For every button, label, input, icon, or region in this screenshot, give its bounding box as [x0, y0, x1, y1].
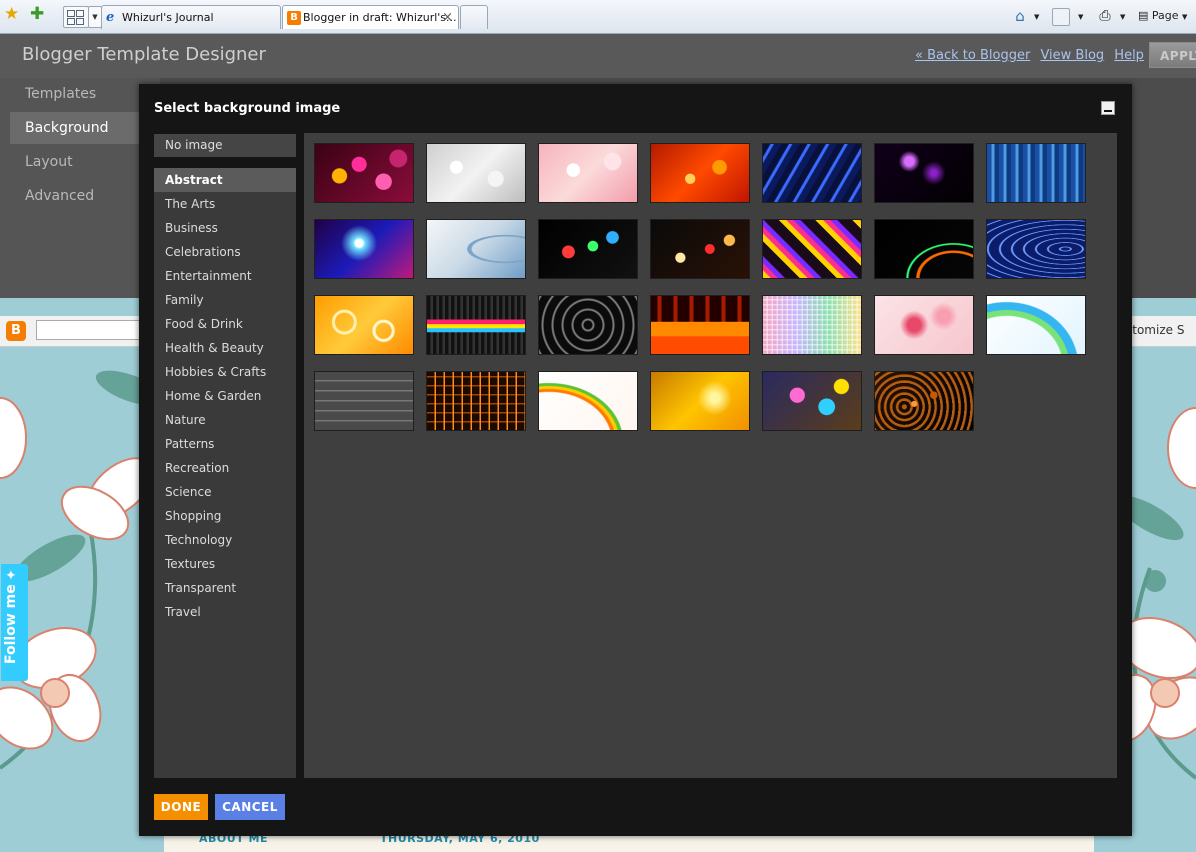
page-menu[interactable]: ▤ Page ▼ [1138, 6, 1196, 26]
category-science[interactable]: Science [154, 480, 296, 504]
browser-tab-journal[interactable]: e Whizurl's Journal [101, 5, 281, 29]
category-recreation[interactable]: Recreation [154, 456, 296, 480]
view-blog-link[interactable]: View Blog [1040, 48, 1104, 63]
tab-label: Blogger in draft: Whizurl's... [303, 11, 457, 24]
home-icon[interactable]: ⌂ [1011, 6, 1029, 26]
page-menu-label: Page [1151, 9, 1179, 22]
no-image-option[interactable]: No image [154, 134, 296, 157]
blogger-logo-icon[interactable]: B [6, 321, 26, 341]
print-dropdown-icon[interactable]: ▼ [1120, 6, 1125, 26]
background-thumbnail-blue-lines[interactable] [986, 143, 1086, 203]
nav-layout[interactable]: Layout [10, 146, 140, 178]
background-thumbnail-blue-waves[interactable] [986, 219, 1086, 279]
feeds-dropdown-icon: ▼ [1078, 13, 1084, 21]
category-food-drink[interactable]: Food & Drink [154, 312, 296, 336]
category-family[interactable]: Family [154, 288, 296, 312]
category-celebrations[interactable]: Celebrations [154, 240, 296, 264]
background-thumbnail-orange-swirls[interactable] [314, 295, 414, 355]
tab-label: Whizurl's Journal [122, 11, 214, 24]
background-thumbnail-pink-bokeh[interactable] [314, 143, 414, 203]
category-list: Abstract The Arts Business Celebrations Ente… [154, 168, 296, 778]
navbar-customize-link[interactable]: stomize S [1126, 323, 1184, 337]
background-thumbnail-orange-glitter[interactable] [650, 143, 750, 203]
background-thumbnail-rainbow-wave[interactable] [986, 295, 1086, 355]
minimize-icon[interactable] [1101, 101, 1115, 115]
background-thumbnail-pastel-mosaic[interactable] [762, 295, 862, 355]
done-button[interactable]: DONE [154, 794, 208, 820]
dialog-title: Select background image [154, 101, 341, 116]
background-thumbnail-night-bokeh[interactable] [650, 219, 750, 279]
background-thumbnail-pink-light[interactable] [538, 143, 638, 203]
cancel-button[interactable]: CANCEL [215, 794, 285, 820]
nav-background[interactable]: Background [10, 112, 140, 144]
category-home-garden[interactable]: Home & Garden [154, 384, 296, 408]
background-thumbnail-blue-starburst[interactable] [314, 219, 414, 279]
background-thumbnail-retro-stripes[interactable] [762, 219, 862, 279]
category-health-beauty[interactable]: Health & Beauty [154, 336, 296, 360]
browser-toolbar: ★ ✚ ▼ e Whizurl's Journal B Blogger in d… [0, 0, 1196, 34]
category-abstract[interactable]: Abstract [154, 168, 296, 192]
background-thumbnail-blue-rays[interactable] [762, 143, 862, 203]
close-tab-icon[interactable]: × [442, 6, 453, 30]
category-hobbies-crafts[interactable]: Hobbies & Crafts [154, 360, 296, 384]
background-thumbnail-neon-splash[interactable] [426, 295, 526, 355]
category-patterns[interactable]: Patterns [154, 432, 296, 456]
page-icon: ▤ [1138, 9, 1149, 22]
new-tab-button[interactable] [460, 5, 488, 29]
background-thumbnail-copper-dots[interactable] [874, 371, 974, 431]
category-transparent[interactable]: Transparent [154, 576, 296, 600]
follow-me-label: Follow me [3, 584, 19, 664]
help-link[interactable]: Help [1114, 48, 1144, 63]
category-textures[interactable]: Textures [154, 552, 296, 576]
background-thumbnail-silver-sparkle[interactable] [426, 143, 526, 203]
category-the-arts[interactable]: The Arts [154, 192, 296, 216]
ie-page-icon: e [106, 10, 115, 25]
apply-button[interactable]: APPLY [1149, 42, 1196, 68]
designer-title: Blogger Template Designer [22, 44, 266, 65]
designer-header: Blogger Template Designer « Back to Blog… [0, 34, 1196, 78]
background-thumbnail-rainbow-bokeh[interactable] [538, 219, 638, 279]
background-thumbnail-silver-swirl[interactable] [426, 219, 526, 279]
background-thumbnail-ribbon-curves[interactable] [538, 371, 638, 431]
nav-templates[interactable]: Templates [10, 78, 140, 110]
select-background-dialog: Select background image No image Abstrac… [139, 84, 1132, 836]
background-thumbnail-light-trails[interactable] [874, 219, 974, 279]
background-thumbnail-orange-circuit[interactable] [426, 371, 526, 431]
thumbnail-grid [304, 133, 1117, 778]
print-icon[interactable]: ⎙ [1095, 6, 1115, 26]
quick-tabs-icon[interactable] [63, 6, 89, 28]
feeds-icon[interactable] [1052, 8, 1070, 26]
category-nature[interactable]: Nature [154, 408, 296, 432]
category-travel[interactable]: Travel [154, 600, 296, 624]
home-dropdown-icon[interactable]: ▼ [1034, 6, 1039, 26]
add-favorites-icon[interactable]: ✚ [30, 6, 44, 23]
category-entertainment[interactable]: Entertainment [154, 264, 296, 288]
browser-tab-blogger[interactable]: B Blogger in draft: Whizurl's... × [282, 5, 459, 29]
tab-list-dropdown-icon[interactable]: ▼ [88, 6, 102, 28]
navbar-search-input[interactable] [36, 320, 146, 340]
category-business[interactable]: Business [154, 216, 296, 240]
category-technology[interactable]: Technology [154, 528, 296, 552]
category-shopping[interactable]: Shopping [154, 504, 296, 528]
background-thumbnail-gray-blocks[interactable] [314, 371, 414, 431]
background-thumbnail-graffiti[interactable] [762, 371, 862, 431]
twitter-bird-icon: ✦ [5, 568, 17, 584]
top-links: « Back to Blogger View Blog Help [915, 48, 1150, 63]
background-thumbnail-black-ornate[interactable] [538, 295, 638, 355]
favorites-star-icon[interactable]: ★ [4, 6, 19, 23]
background-thumbnail-purple-lightning[interactable] [874, 143, 974, 203]
background-thumbnail-flames[interactable] [650, 295, 750, 355]
blogger-icon: B [287, 11, 301, 25]
background-thumbnail-golden-glow[interactable] [650, 371, 750, 431]
nav-advanced[interactable]: Advanced [10, 180, 140, 212]
follow-me-tab[interactable]: ✦ Follow me [1, 564, 28, 681]
back-to-blogger-link[interactable]: « Back to Blogger [915, 48, 1030, 63]
page-dropdown-icon: ▼ [1182, 13, 1188, 21]
background-thumbnail-pink-watercolor[interactable] [874, 295, 974, 355]
